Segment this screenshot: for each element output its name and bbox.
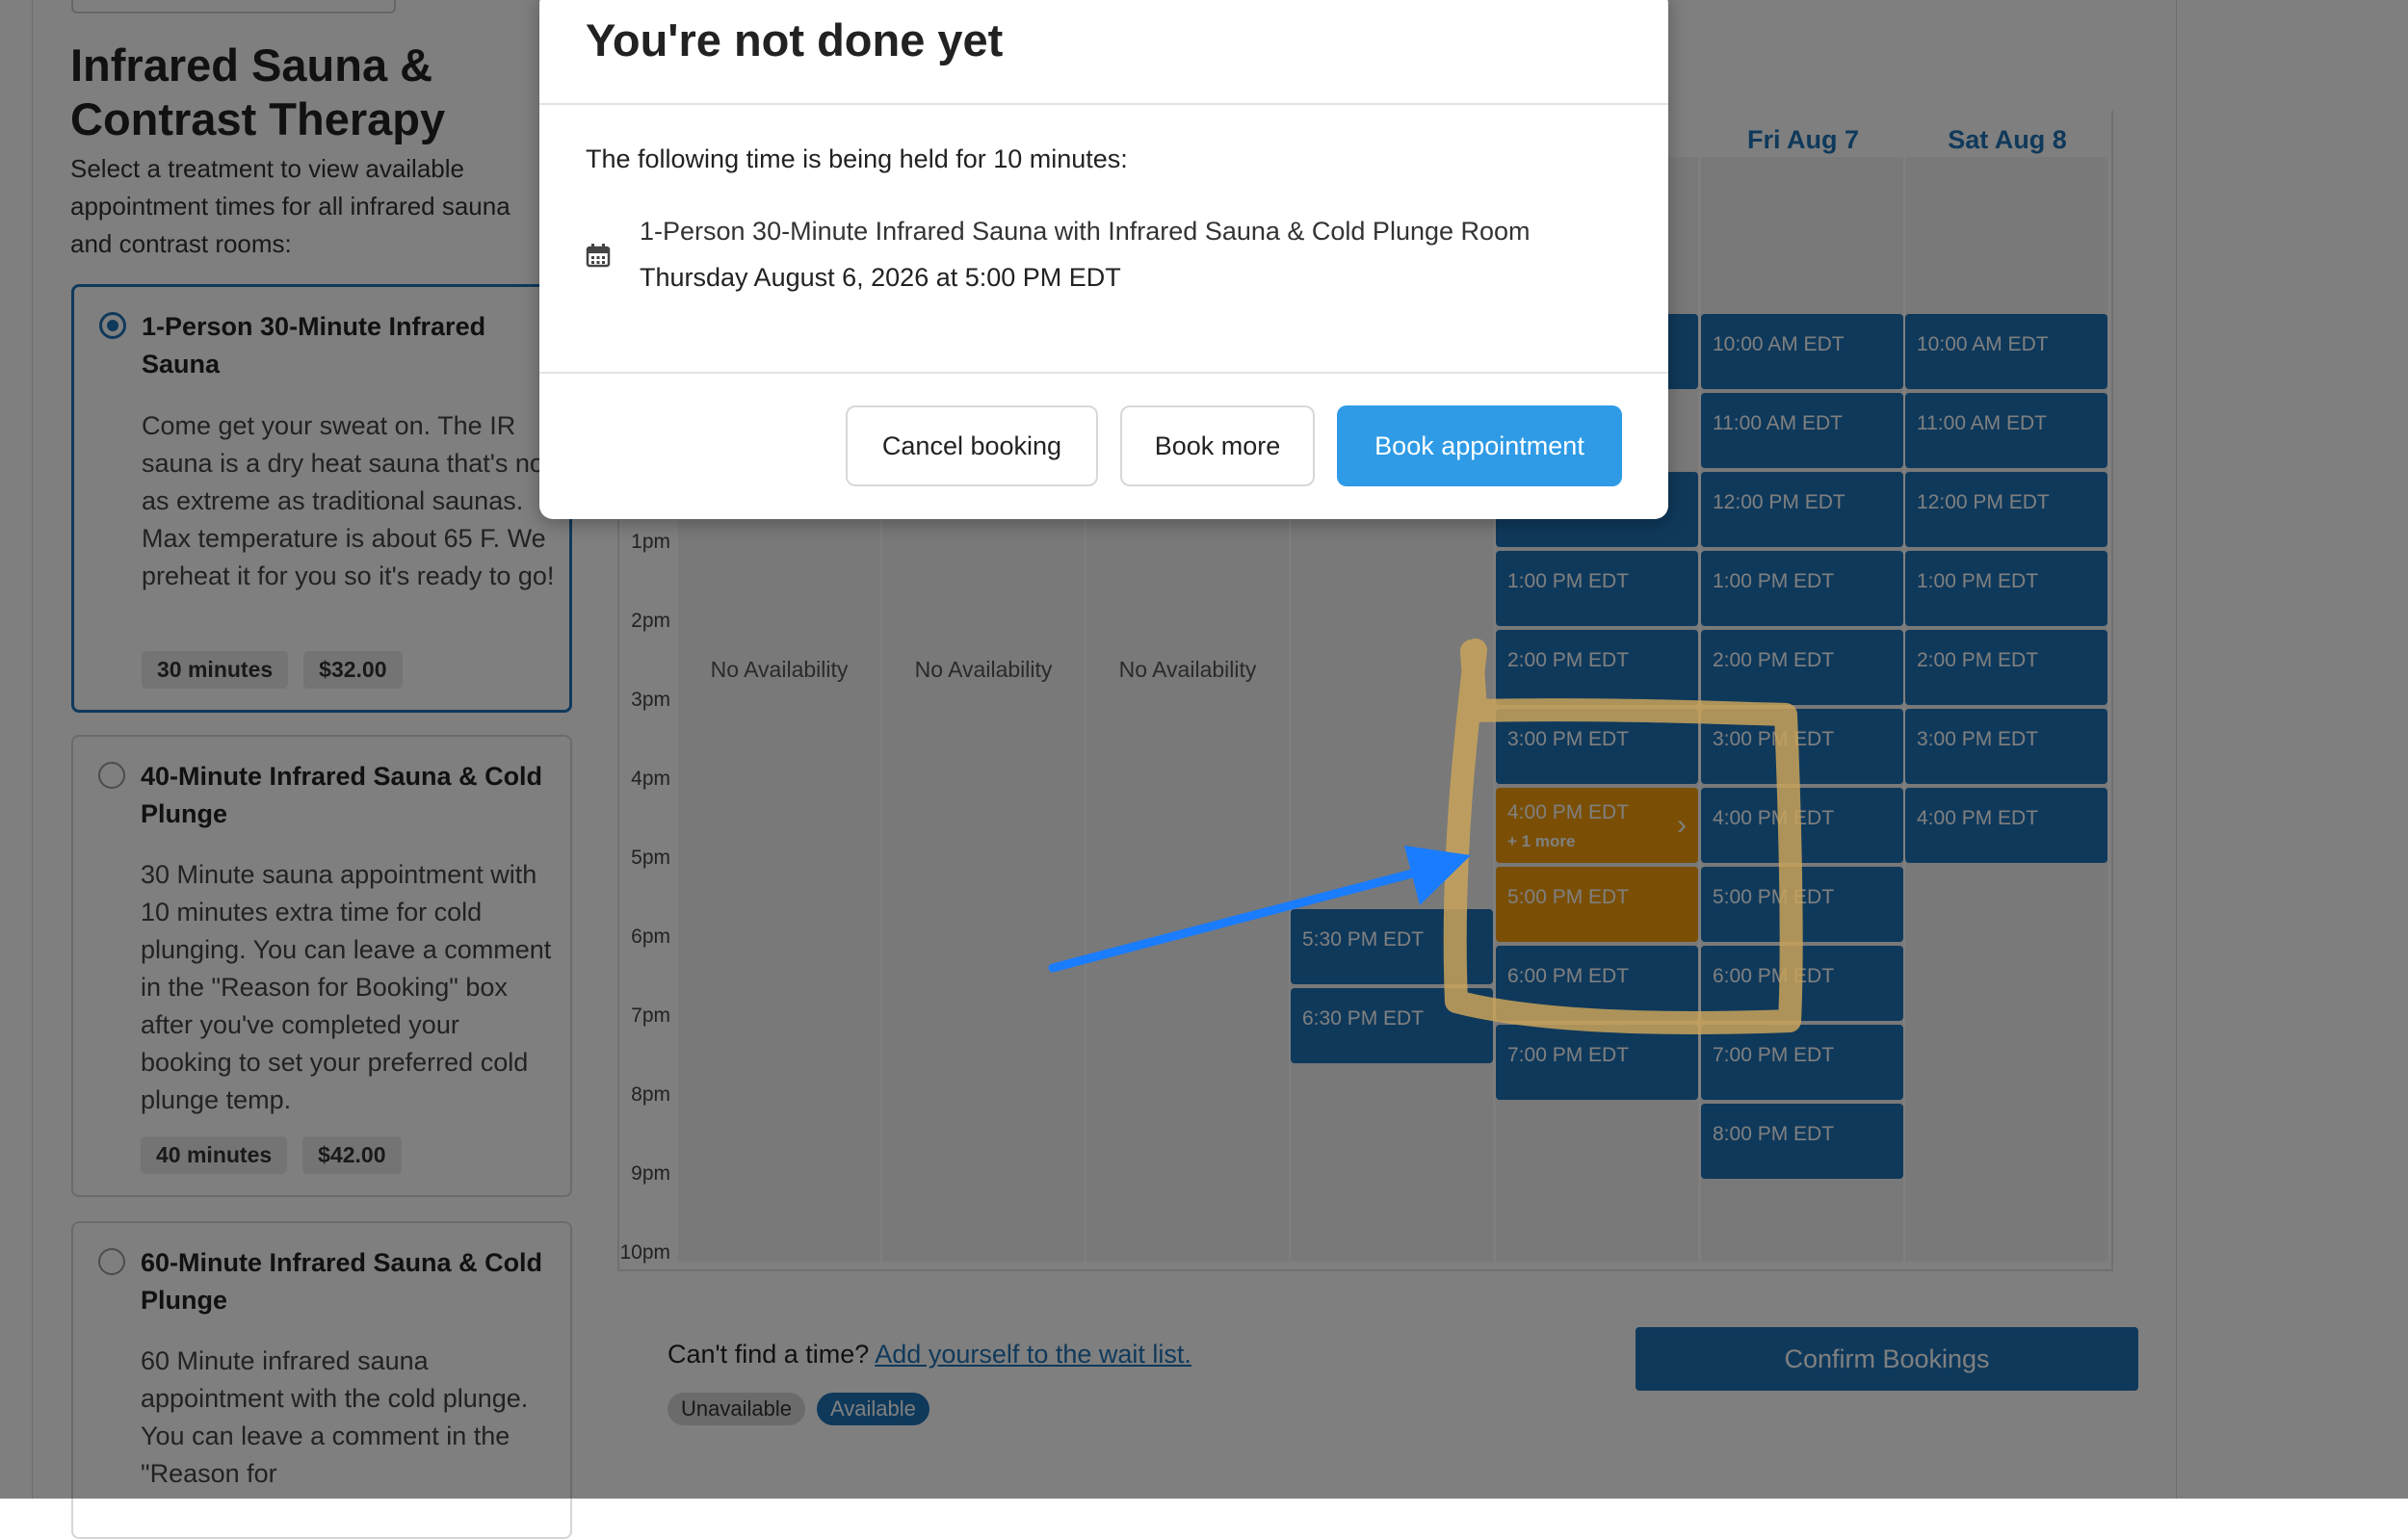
divider (539, 372, 1668, 374)
time-slot[interactable]: 10:00 AM EDT (1905, 314, 2107, 389)
treatment-title: 60-Minute Infrared Sauna & Cold Plunge (141, 1248, 543, 1315)
treatment-description: Come get your sweat on. The IR sauna is … (142, 411, 555, 590)
duration-badge: 30 minutes (142, 651, 289, 689)
time-slot[interactable]: 3:00 PM EDT (1701, 709, 1903, 784)
no-availability-label: No Availability (710, 657, 849, 682)
time-label: 1pm (631, 531, 670, 553)
time-slot[interactable]: 1:00 PM EDT (1905, 551, 2107, 626)
price-badge: $42.00 (302, 1136, 402, 1174)
time-slot[interactable]: 2:00 PM EDT (1905, 630, 2107, 705)
no-availability-label: No Availability (914, 657, 1053, 682)
treatment-description: 60 Minute infrared sauna appointment wit… (141, 1346, 529, 1488)
hold-message: The following time is being held for 10 … (586, 144, 1128, 173)
wait-list-link[interactable]: Add yourself to the wait list. (875, 1340, 1191, 1369)
time-slot[interactable]: 11:00 AM EDT (1701, 393, 1903, 468)
time-label: 4pm (631, 768, 670, 790)
time-slot[interactable]: 2:00 PM EDT (1496, 630, 1698, 705)
time-slot[interactable]: 1:00 PM EDT (1701, 551, 1903, 626)
divider (539, 103, 1668, 105)
cant-find-text: Can't find a time? (667, 1340, 870, 1369)
time-slot[interactable]: 3:00 PM EDT (1496, 709, 1698, 784)
no-availability-label: No Availability (1118, 657, 1257, 682)
top-control[interactable] (71, 0, 396, 13)
radio-unselected[interactable] (98, 762, 125, 789)
treatment-description: 30 Minute sauna appointment with 10 minu… (141, 860, 552, 1114)
time-slot[interactable]: 7:00 PM EDT (1496, 1025, 1698, 1100)
time-label: 8pm (631, 1083, 670, 1106)
book-more-button[interactable]: Book more (1120, 405, 1315, 486)
time-label: 9pm (631, 1162, 670, 1185)
legend-unavailable: Unavailable (667, 1393, 805, 1425)
time-slot[interactable]: 2:00 PM EDT (1701, 630, 1903, 705)
radio-unselected[interactable] (98, 1248, 125, 1275)
more-slots-label: + 1 more (1507, 832, 1576, 850)
calendar-icon (586, 244, 611, 268)
wait-list-prompt: Can't find a time? Add yourself to the w… (667, 1340, 1191, 1369)
confirm-bookings-button[interactable]: Confirm Bookings (1636, 1327, 2138, 1391)
time-slot[interactable]: 4:00 PM EDT (1905, 788, 2107, 863)
time-slot[interactable]: 12:00 PM EDT (1905, 472, 2107, 547)
time-label: 10pm (619, 1241, 670, 1264)
held-booking-date: Thursday August 6, 2026 at 5:00 PM EDT (640, 263, 1121, 292)
service-subtitle: Select a treatment to view available app… (70, 154, 510, 258)
time-slot[interactable]: 8:00 PM EDT (1701, 1104, 1903, 1179)
price-badge: $32.00 (303, 651, 403, 689)
time-slot[interactable]: 12:00 PM EDT (1701, 472, 1903, 547)
radio-selected[interactable] (99, 312, 126, 339)
time-slot[interactable]: 5:30 PM EDT (1291, 909, 1493, 984)
time-label: 5pm (631, 847, 670, 869)
treatment-title: 40-Minute Infrared Sauna & Cold Plunge (141, 762, 543, 828)
service-title: Infrared Sauna & Contrast Therapy (70, 39, 446, 144)
time-label: 2pm (631, 610, 670, 632)
held-slot-time: 4:00 PM EDT (1507, 801, 1630, 823)
time-slot[interactable]: 3:00 PM EDT (1905, 709, 2107, 784)
book-appointment-button[interactable]: Book appointment (1337, 405, 1622, 486)
time-label: 6pm (631, 926, 670, 948)
time-slot[interactable]: 10:00 AM EDT (1701, 314, 1903, 389)
day-header-fri: Fri Aug 7 (1746, 125, 1859, 154)
held-booking-name: 1-Person 30-Minute Infrared Sauna with I… (640, 217, 1531, 246)
treatment-card-60min[interactable]: 60-Minute Infrared Sauna & Cold Plunge 6… (71, 1221, 572, 1539)
time-slot[interactable]: 1:00 PM EDT (1496, 551, 1698, 626)
chevron-right-icon: › (1677, 809, 1687, 841)
time-slot[interactable]: 4:00 PM EDT (1701, 788, 1903, 863)
duration-badge: 40 minutes (141, 1136, 288, 1174)
time-slot[interactable]: 6:00 PM EDT (1496, 946, 1698, 1021)
time-label: 7pm (631, 1004, 670, 1027)
cancel-booking-button[interactable]: Cancel booking (846, 405, 1098, 486)
held-time-slot[interactable]: 4:00 PM EDT + 1 more › (1496, 788, 1698, 863)
time-slot[interactable]: 5:00 PM EDT (1701, 867, 1903, 942)
held-time-slot[interactable]: 5:00 PM EDT (1496, 867, 1698, 942)
treatment-card-30min[interactable]: 1-Person 30-Minute Infrared Sauna Come g… (71, 284, 572, 713)
modal-title: You're not done yet (586, 14, 1004, 65)
time-slot[interactable]: 6:00 PM EDT (1701, 946, 1903, 1021)
legend-available: Available (817, 1393, 929, 1425)
day-header-sat: Sat Aug 8 (1948, 125, 2067, 154)
time-slot[interactable]: 6:30 PM EDT (1291, 988, 1493, 1063)
time-slot[interactable]: 7:00 PM EDT (1701, 1025, 1903, 1100)
treatment-card-40min[interactable]: 40-Minute Infrared Sauna & Cold Plunge 3… (71, 735, 572, 1197)
time-label: 3pm (631, 689, 670, 711)
treatment-title: 1-Person 30-Minute Infrared Sauna (142, 312, 486, 378)
hold-modal: You're not done yet The following time i… (539, 0, 1668, 519)
time-slot[interactable]: 11:00 AM EDT (1905, 393, 2107, 468)
